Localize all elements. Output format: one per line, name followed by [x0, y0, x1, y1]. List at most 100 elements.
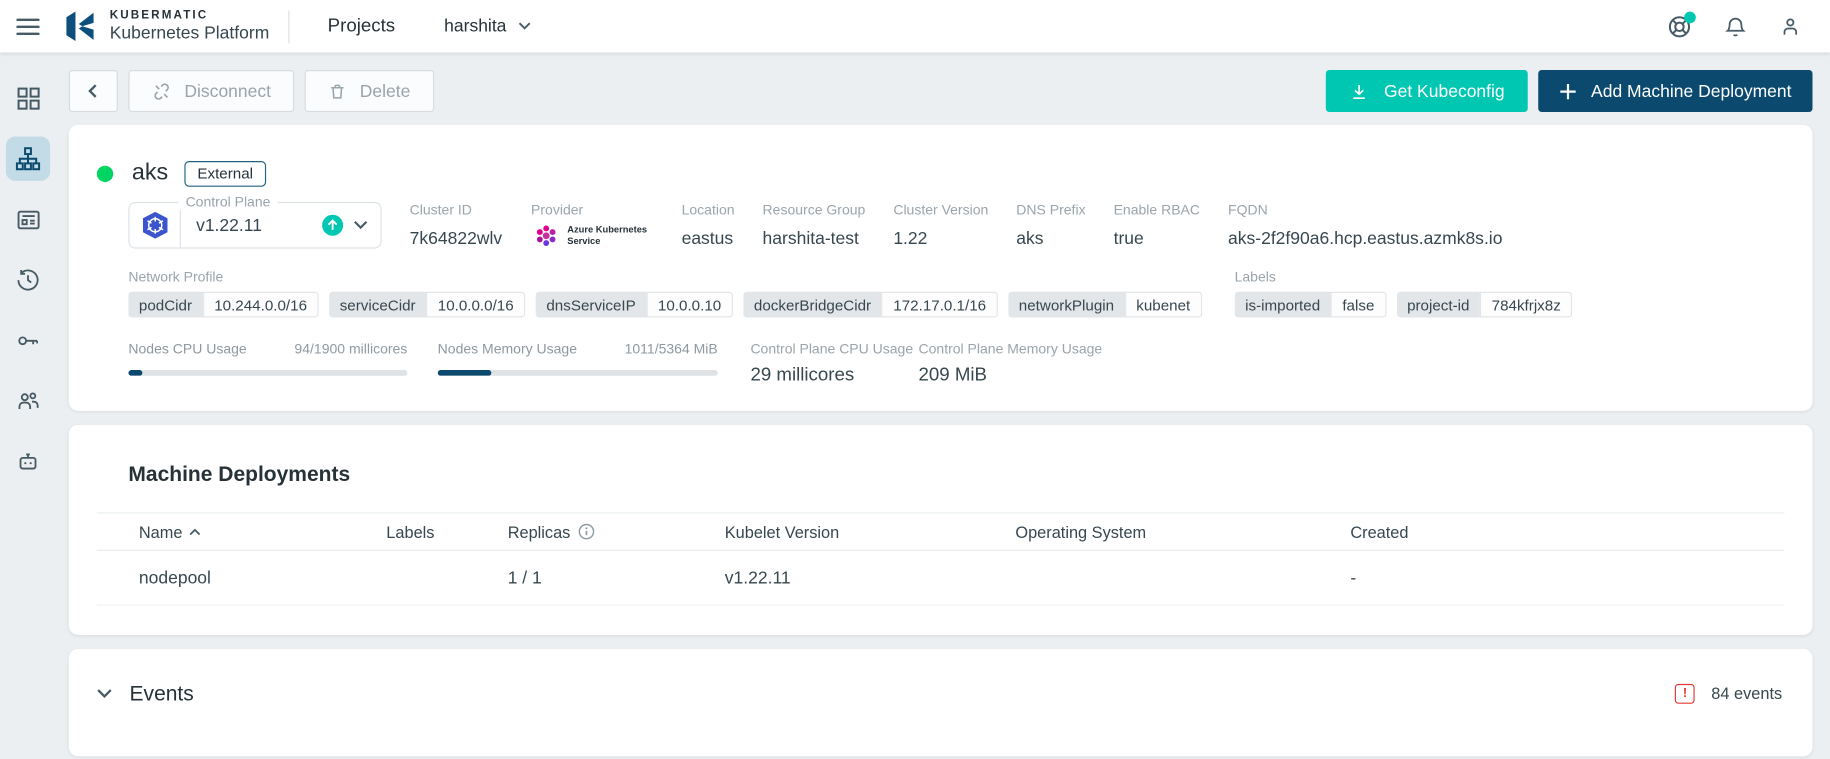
cluster-status-dot	[97, 165, 113, 181]
detail-location: Location eastus	[682, 202, 735, 249]
download-icon	[1349, 81, 1369, 101]
sidebar-item-service-accounts[interactable]	[6, 440, 50, 484]
chevron-down-icon	[97, 688, 112, 699]
nav-projects-link[interactable]: Projects	[328, 16, 395, 37]
detail-provider: Provider Azure Kubernete	[531, 202, 654, 250]
app-window: KUBERMATIC Kubernetes Platform Projects …	[0, 0, 1830, 759]
history-clock-icon	[15, 267, 41, 293]
nodes-memory-usage-value: 1011/5364 MiB	[625, 341, 718, 357]
chip-pod-cidr: podCidr 10.244.0.0/16	[128, 292, 318, 318]
row-replicas: 1 / 1	[508, 568, 725, 588]
nodes-memory-usage: Nodes Memory Usage 1011/5364 MiB	[438, 341, 718, 387]
cluster-name: aks	[132, 160, 168, 187]
row-name: nodepool	[139, 568, 386, 588]
control-plane-cpu-usage: Control Plane CPU Usage 29 millicores	[750, 341, 918, 387]
labels-group: Labels is-imported false project-id 784k…	[1235, 268, 1573, 317]
detail-resource-group: Resource Group harshita-test	[763, 202, 866, 249]
machine-deployment-row[interactable]: nodepool 1 / 1 v1.22.11 -	[97, 551, 1785, 606]
network-profile-group: Network Profile podCidr 10.244.0.0/16 se…	[128, 268, 1202, 317]
cluster-details-card: aks External Control Plane v1	[69, 125, 1813, 411]
events-card: Events ! 84 events	[69, 649, 1813, 756]
chip-network-plugin: networkPlugin kubenet	[1008, 292, 1202, 318]
help-icon[interactable]	[1667, 13, 1693, 39]
chip-dns-service-ip: dnsServiceIP 10.0.0.10	[536, 292, 733, 318]
delete-button-label: Delete	[360, 81, 411, 101]
machine-deployments-title: Machine Deployments	[128, 425, 1784, 487]
nodes-memory-progress-bar	[438, 370, 718, 376]
chevron-down-icon	[354, 221, 368, 230]
get-kubeconfig-button[interactable]: Get Kubeconfig	[1326, 70, 1528, 112]
info-icon[interactable]	[577, 523, 595, 541]
column-header-labels: Labels	[386, 522, 507, 541]
sidebar-item-clusters[interactable]	[6, 137, 50, 181]
network-profile-label: Network Profile	[128, 268, 1202, 284]
disconnect-button[interactable]: Disconnect	[128, 70, 294, 112]
nodes-cpu-usage: Nodes CPU Usage 94/1900 millicores	[128, 341, 407, 387]
chip-service-cidr: serviceCidr 10.0.0.0/16	[329, 292, 525, 318]
sidebar-item-members[interactable]	[6, 379, 50, 423]
notifications-bell-icon[interactable]	[1724, 13, 1747, 39]
sidebar-item-overview[interactable]	[6, 76, 50, 120]
external-clusters-card-icon	[16, 207, 41, 232]
sidebar-item-external-clusters[interactable]	[6, 197, 50, 241]
disconnect-button-label: Disconnect	[184, 81, 271, 101]
events-expander[interactable]: Events ! 84 events	[97, 649, 1785, 738]
add-machine-deployment-button[interactable]: Add Machine Deployment	[1539, 70, 1813, 112]
project-switcher[interactable]: harshita	[444, 16, 531, 36]
header-divider	[288, 10, 289, 43]
back-button[interactable]	[69, 70, 118, 112]
brand-subtitle: Kubernetes Platform	[110, 24, 270, 43]
service-account-robot-icon	[15, 449, 41, 475]
control-plane-version-box[interactable]: Control Plane v1.22.11	[128, 202, 381, 249]
column-header-name[interactable]: Name	[139, 522, 386, 541]
sidebar-item-ssh-keys[interactable]	[6, 319, 50, 363]
kubernetes-logo-icon	[139, 210, 169, 240]
cluster-toolbar: Disconnect Delete Get Kubeconfig Add Mac…	[69, 70, 1813, 112]
user-account-icon[interactable]	[1779, 13, 1802, 39]
get-kubeconfig-button-label: Get Kubeconfig	[1384, 81, 1505, 101]
version-upgrade-icon[interactable]	[322, 215, 343, 236]
delete-button[interactable]: Delete	[305, 70, 434, 112]
column-header-replicas: Replicas	[508, 522, 725, 541]
detail-cluster-version: Cluster Version 1.22	[893, 202, 988, 249]
sort-asc-icon	[189, 528, 201, 535]
ssh-key-icon	[15, 328, 41, 354]
row-created: -	[1350, 568, 1784, 588]
nodes-cpu-usage-value: 94/1900 millicores	[294, 341, 407, 357]
sidebar-item-backups[interactable]	[6, 258, 50, 302]
external-badge: External	[185, 160, 266, 186]
table-header-row: Name Labels Replicas Kubelet Version	[97, 512, 1785, 551]
hamburger-menu-icon[interactable]	[16, 13, 39, 39]
events-warning-icon: !	[1675, 683, 1695, 703]
chip-docker-bridge-cidr: dockerBridgeCidr 172.17.0.1/16	[743, 292, 997, 318]
provider-name: Azure Kubernetes Service	[567, 225, 653, 247]
control-plane-label: Control Plane	[179, 194, 278, 210]
add-machine-deployment-button-label: Add Machine Deployment	[1591, 81, 1791, 101]
nodes-cpu-usage-label: Nodes CPU Usage	[128, 341, 246, 357]
detail-dns-prefix: DNS Prefix aks	[1016, 202, 1085, 249]
overview-grid-icon	[16, 86, 41, 111]
project-switcher-label: harshita	[444, 16, 506, 36]
chip-is-imported: is-imported false	[1235, 292, 1386, 318]
events-count: 84 events	[1711, 684, 1782, 703]
kubermatic-logo-icon[interactable]	[63, 8, 99, 44]
chevron-left-icon	[85, 83, 101, 99]
detail-cluster-id: Cluster ID 7k64822wlv	[410, 202, 503, 249]
column-header-operating-system: Operating System	[1015, 522, 1350, 541]
header-actions	[1667, 13, 1802, 39]
detail-fqdn: FQDN aks-2f2f90a6.hcp.eastus.azmk8s.io	[1228, 202, 1502, 249]
disconnect-link-off-icon	[152, 81, 172, 101]
left-sidebar	[0, 53, 56, 759]
labels-label: Labels	[1235, 268, 1573, 284]
trash-icon	[328, 81, 347, 101]
main-content: Disconnect Delete Get Kubeconfig Add Mac…	[56, 53, 1830, 759]
plus-icon	[1560, 82, 1578, 100]
notification-badge-dot	[1684, 11, 1696, 23]
control-plane-memory-usage: Control Plane Memory Usage 209 MiB	[919, 341, 1054, 387]
row-kubelet-version: v1.22.11	[725, 568, 1016, 588]
aks-provider-logo-icon	[531, 222, 561, 250]
clusters-tree-icon	[15, 146, 41, 172]
top-bar: KUBERMATIC Kubernetes Platform Projects …	[0, 0, 1830, 53]
control-plane-version: v1.22.11	[196, 215, 262, 235]
chevron-down-icon	[518, 22, 531, 30]
